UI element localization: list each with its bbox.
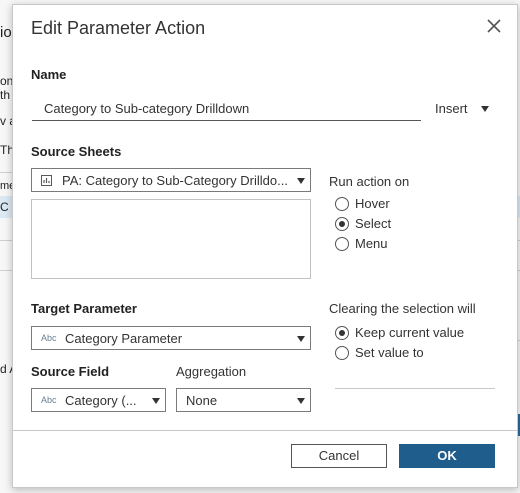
- bg-fragment: C: [0, 200, 9, 214]
- chevron-down-icon: [297, 336, 305, 342]
- run-action-label: Run action on: [329, 174, 410, 189]
- bg-fragment: io: [0, 24, 12, 41]
- radio-button[interactable]: [335, 346, 349, 360]
- cancel-button[interactable]: Cancel: [291, 444, 387, 468]
- bg-divider: [0, 172, 12, 173]
- chevron-down-icon: [297, 178, 305, 184]
- radio-label: Set value to: [355, 345, 424, 360]
- ok-button[interactable]: OK: [399, 444, 495, 468]
- target-parameter-label: Target Parameter: [31, 301, 137, 316]
- insert-label: Insert: [435, 101, 468, 116]
- target-parameter-dropdown[interactable]: Abc Category Parameter: [31, 326, 311, 350]
- radio-label: Hover: [355, 196, 390, 211]
- footer-divider: [13, 430, 517, 431]
- set-value-underline: [335, 388, 495, 389]
- source-sheets-label: Source Sheets: [31, 144, 122, 159]
- radio-button[interactable]: [335, 237, 349, 251]
- name-label: Name: [31, 67, 67, 82]
- radio-label: Keep current value: [355, 325, 465, 340]
- chevron-down-icon: [152, 398, 160, 404]
- source-field-value: Category (...: [65, 393, 137, 408]
- dialog-title: Edit Parameter Action: [31, 18, 206, 38]
- bg-divider: [0, 240, 12, 241]
- string-type-icon: Abc: [41, 395, 57, 405]
- insert-dropdown[interactable]: Insert: [435, 101, 489, 116]
- radio-selected-dot: [339, 221, 345, 227]
- radio-button[interactable]: [335, 197, 349, 211]
- radio-label: Menu: [355, 236, 388, 251]
- aggregation-value: None: [186, 393, 218, 408]
- radio-selected-dot: [339, 330, 345, 336]
- radio-button[interactable]: [335, 326, 349, 340]
- chevron-down-icon: [481, 106, 489, 112]
- edit-parameter-action-dialog: Edit Parameter Action Name Insert Source…: [12, 4, 518, 488]
- bg-divider: [0, 270, 12, 271]
- name-field[interactable]: [32, 97, 421, 121]
- source-sheets-list[interactable]: [31, 199, 311, 279]
- aggregation-label: Aggregation: [176, 364, 247, 379]
- string-type-icon: Abc: [41, 333, 57, 343]
- aggregation-dropdown[interactable]: None: [176, 388, 311, 412]
- source-sheet-value: PA: Category to Sub-Category Drilldo...: [62, 173, 288, 188]
- source-field-dropdown[interactable]: Abc Category (...: [31, 388, 166, 412]
- sheet-icon: [41, 175, 52, 186]
- source-field-label: Source Field: [31, 364, 110, 379]
- close-icon[interactable]: [485, 17, 503, 35]
- source-sheets-dropdown[interactable]: PA: Category to Sub-Category Drilldo...: [31, 168, 311, 192]
- target-parameter-value: Category Parameter: [65, 331, 183, 346]
- radio-button[interactable]: [335, 217, 349, 231]
- bg-fragment: th: [0, 88, 11, 102]
- chevron-down-icon: [297, 398, 305, 404]
- clearing-selection-label: Clearing the selection will: [329, 301, 476, 316]
- radio-label: Select: [355, 216, 392, 231]
